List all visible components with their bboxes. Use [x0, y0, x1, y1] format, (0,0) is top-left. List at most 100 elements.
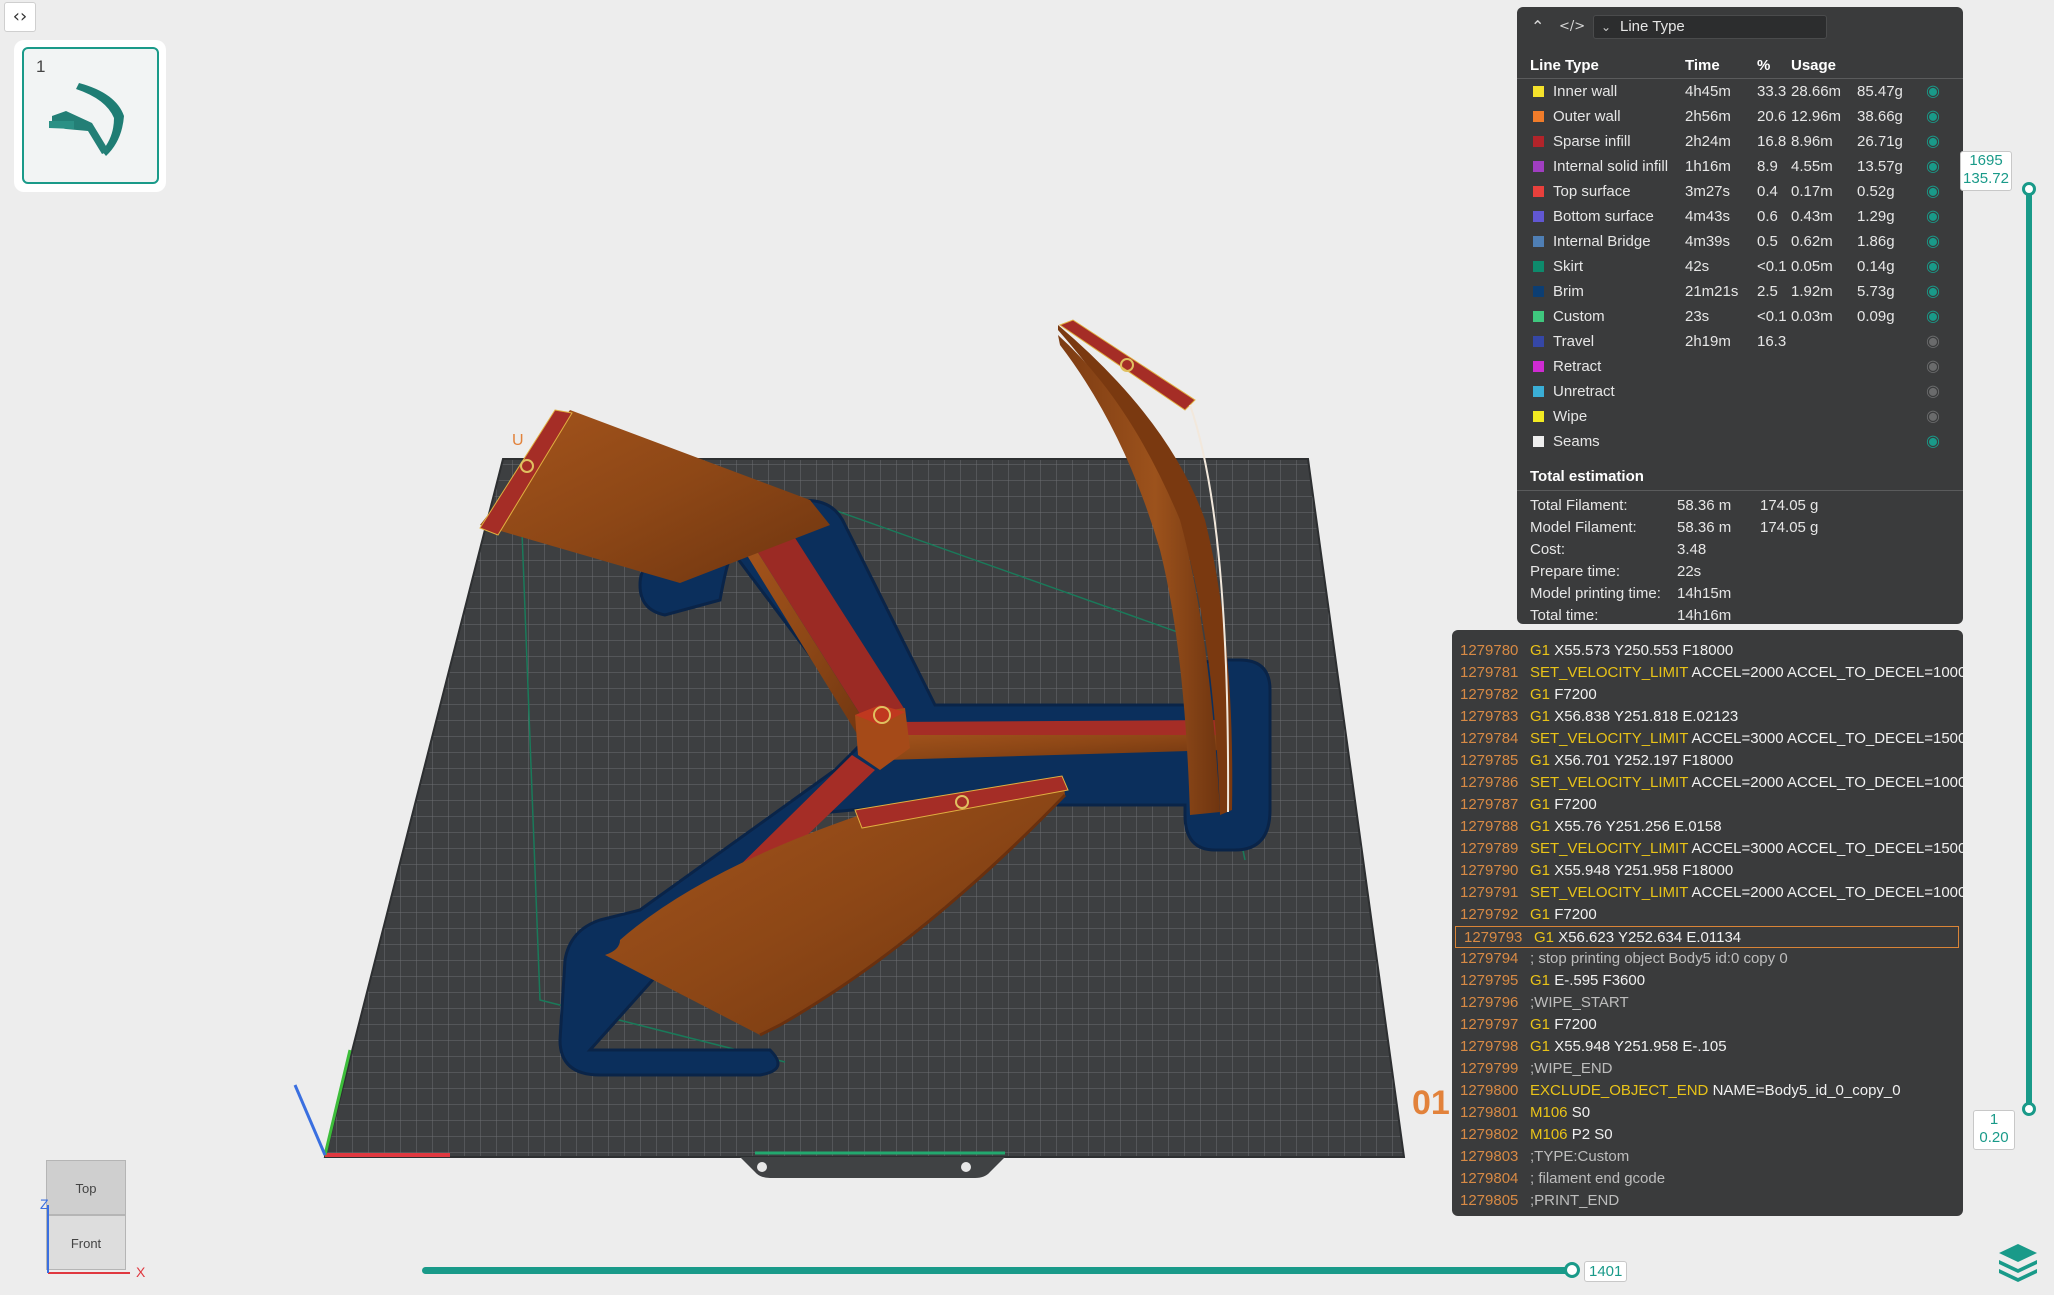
gcode-line[interactable]: 1279783 G1 X56.838 Y251.818 E.02123	[1452, 706, 1963, 728]
gcode-comment: ;PRINT_END	[1530, 1192, 1620, 1209]
gcode-line[interactable]: 1279802 M106 P2 S0	[1452, 1124, 1963, 1146]
eye-visible-icon[interactable]: ◉	[1926, 106, 1940, 125]
gcode-line[interactable]: 1279780 G1 X55.573 Y250.553 F18000	[1452, 640, 1963, 662]
gcode-args: ACCEL=2000 ACCEL_TO_DECEL=1000	[1691, 774, 1963, 791]
legend-row[interactable]: Top surface 3m27s 0.4 0.17m 0.52g ◉	[1517, 180, 1963, 205]
gcode-text: ;WIPE_END	[1530, 1060, 1613, 1077]
eye-visible-icon[interactable]: ◉	[1926, 306, 1940, 325]
layer-slider-track[interactable]	[2026, 189, 2032, 1109]
legend-row[interactable]: Bottom surface 4m43s 0.6 0.43m 1.29g ◉	[1517, 205, 1963, 230]
gcode-line[interactable]: 1279791 SET_VELOCITY_LIMIT ACCEL=2000 ACC…	[1452, 882, 1963, 904]
eye-visible-icon[interactable]: ◉	[1926, 231, 1940, 250]
eye-hidden-icon[interactable]: ◉	[1926, 331, 1940, 350]
gcode-line[interactable]: 1279787 G1 F7200	[1452, 794, 1963, 816]
gcode-line-number: 1279805	[1460, 1192, 1519, 1209]
gcode-line-number: 1279783	[1460, 708, 1519, 725]
eye-visible-icon[interactable]: ◉	[1926, 206, 1940, 225]
legend-name: Wipe	[1553, 408, 1588, 425]
gcode-line[interactable]: 1279782 G1 F7200	[1452, 684, 1963, 706]
gcode-line[interactable]: 1279792 G1 F7200	[1452, 904, 1963, 926]
gcode-args: F7200	[1554, 1016, 1597, 1033]
gcode-line[interactable]: 1279788 G1 X55.76 Y251.256 E.0158	[1452, 816, 1963, 838]
legend-row[interactable]: Custom 23s <0.1 0.03m 0.09g ◉	[1517, 305, 1963, 330]
legend-time: 2h56m	[1685, 108, 1731, 125]
color-swatch	[1533, 161, 1544, 172]
legend-length: 28.66m	[1791, 83, 1842, 100]
gcode-args: E-.595 F3600	[1554, 972, 1646, 989]
legend-row[interactable]: Outer wall 2h56m 20.6 12.96m 38.66g ◉	[1517, 105, 1963, 130]
gcode-line-number: 1279781	[1460, 664, 1519, 681]
color-swatch	[1533, 111, 1544, 122]
gcode-line[interactable]: 1279784 SET_VELOCITY_LIMIT ACCEL=3000 ACC…	[1452, 728, 1963, 750]
code-view-icon[interactable]: </>	[1559, 19, 1585, 34]
gcode-line[interactable]: 1279803 ;TYPE:Custom	[1452, 1146, 1963, 1168]
gcode-line[interactable]: 1279799 ;WIPE_END	[1452, 1058, 1963, 1080]
gcode-line[interactable]: 1279786 SET_VELOCITY_LIMIT ACCEL=2000 ACC…	[1452, 772, 1963, 794]
move-slider-handle[interactable]	[1564, 1262, 1580, 1278]
plate-thumbnail[interactable]: 1	[22, 47, 159, 184]
move-slider-track[interactable]	[422, 1267, 1572, 1274]
estimation-row: Model Filament: 58.36 m 174.05 g	[1530, 519, 1950, 541]
view-type-dropdown[interactable]: ⌄ Line Type	[1593, 15, 1827, 39]
gcode-text: ;TYPE:Custom	[1530, 1148, 1629, 1165]
estimation-row: Model printing time: 14h15m	[1530, 585, 1950, 607]
eye-hidden-icon[interactable]: ◉	[1926, 356, 1940, 375]
legend-row[interactable]: Inner wall 4h45m 33.3 28.66m 85.47g ◉	[1517, 80, 1963, 105]
gcode-line-number: 1279782	[1460, 686, 1519, 703]
layers-icon[interactable]	[1995, 1238, 2041, 1284]
gcode-viewer[interactable]: 1279780 G1 X55.573 Y250.553 F18000 1279781…	[1452, 630, 1963, 1216]
legend-weight: 0.52g	[1857, 183, 1895, 200]
gcode-line[interactable]: 1279789 SET_VELOCITY_LIMIT ACCEL=3000 ACC…	[1452, 838, 1963, 860]
legend-row[interactable]: Sparse infill 2h24m 16.8 8.96m 26.71g ◉	[1517, 130, 1963, 155]
legend-row[interactable]: Travel 2h19m 16.3 ◉	[1517, 330, 1963, 355]
legend-row[interactable]: Brim 21m21s 2.5 1.92m 5.73g ◉	[1517, 280, 1963, 305]
plate-list: 1	[14, 40, 166, 192]
estimation-label: Model Filament:	[1530, 519, 1637, 536]
legend-name: Travel	[1553, 333, 1595, 350]
eye-visible-icon[interactable]: ◉	[1926, 256, 1940, 275]
gcode-line[interactable]: 1279795 G1 E-.595 F3600	[1452, 970, 1963, 992]
gcode-line[interactable]: 1279794 ; stop printing object Body5 id:0…	[1452, 948, 1963, 970]
gcode-line[interactable]: 1279805 ;PRINT_END	[1452, 1190, 1963, 1212]
gcode-command: G1	[1530, 1038, 1551, 1055]
eye-visible-icon[interactable]: ◉	[1926, 156, 1940, 175]
legend-row[interactable]: Wipe ◉	[1517, 405, 1963, 430]
gcode-line[interactable]: 1279797 G1 F7200	[1452, 1014, 1963, 1036]
legend-row[interactable]: Retract ◉	[1517, 355, 1963, 380]
legend-percent: 8.9	[1757, 158, 1778, 175]
gcode-line[interactable]: 1279790 G1 X55.948 Y251.958 F18000	[1452, 860, 1963, 882]
legend-row[interactable]: Internal solid infill 1h16m 8.9 4.55m 13.57g…	[1517, 155, 1963, 180]
gcode-line[interactable]: 1279798 G1 X55.948 Y251.958 E-.105	[1452, 1036, 1963, 1058]
legend-row[interactable]: Seams ◉	[1517, 430, 1963, 455]
eye-visible-icon[interactable]: ◉	[1926, 281, 1940, 300]
color-swatch	[1533, 336, 1544, 347]
legend-name: Custom	[1553, 308, 1605, 325]
gcode-line-number: 1279793	[1464, 929, 1523, 946]
layer-slider-bottom-handle[interactable]	[2022, 1102, 2036, 1116]
gcode-line[interactable]: 1279796 ;WIPE_START	[1452, 992, 1963, 1014]
gcode-text: SET_VELOCITY_LIMIT ACCEL=2000 ACCEL_TO_D…	[1530, 774, 1963, 791]
eye-visible-icon[interactable]: ◉	[1926, 431, 1940, 450]
eye-hidden-icon[interactable]: ◉	[1926, 381, 1940, 400]
eye-visible-icon[interactable]: ◉	[1926, 131, 1940, 150]
collapse-up-icon[interactable]: ⌃	[1531, 17, 1544, 36]
gcode-line[interactable]: 1279793 G1 X56.623 Y252.634 E.01134	[1455, 926, 1959, 948]
gcode-line[interactable]: 1279800 EXCLUDE_OBJECT_END NAME=Body5_id_…	[1452, 1080, 1963, 1102]
legend-time: 4m43s	[1685, 208, 1731, 225]
gcode-line[interactable]: 1279785 G1 X56.701 Y252.197 F18000	[1452, 750, 1963, 772]
collapse-sidebar-button[interactable]: ‹›	[4, 2, 36, 32]
eye-visible-icon[interactable]: ◉	[1926, 81, 1940, 100]
legend-row[interactable]: Internal Bridge 4m39s 0.5 0.62m 1.86g ◉	[1517, 230, 1963, 255]
legend-row[interactable]: Skirt 42s <0.1 0.05m 0.14g ◉	[1517, 255, 1963, 280]
legend-percent: 2.5	[1757, 283, 1778, 300]
legend-length: 0.03m	[1791, 308, 1833, 325]
gcode-line[interactable]: 1279801 M106 S0	[1452, 1102, 1963, 1124]
legend-row[interactable]: Unretract ◉	[1517, 380, 1963, 405]
gcode-line[interactable]: 1279804 ; filament end gcode	[1452, 1168, 1963, 1190]
legend-time: 2h24m	[1685, 133, 1731, 150]
eye-hidden-icon[interactable]: ◉	[1926, 406, 1940, 425]
gcode-line[interactable]: 1279781 SET_VELOCITY_LIMIT ACCEL=2000 ACC…	[1452, 662, 1963, 684]
layer-slider-top-handle[interactable]	[2022, 182, 2036, 196]
gcode-comment: ;TYPE:Custom	[1530, 1148, 1630, 1165]
eye-visible-icon[interactable]: ◉	[1926, 181, 1940, 200]
